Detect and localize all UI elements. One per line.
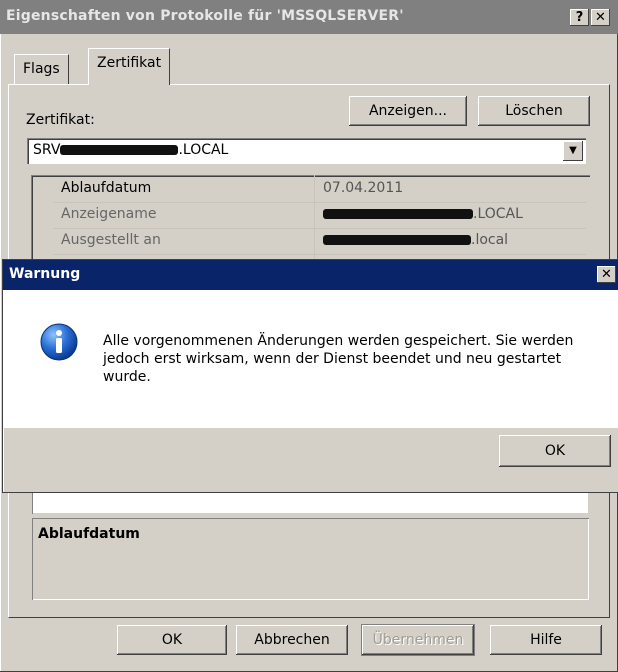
grid-row-key: Anzeigename (61, 206, 157, 222)
redaction-mark (323, 235, 471, 245)
dialog-ok-button[interactable]: OK (499, 435, 611, 467)
grid-row-value: 07.04.2011 (323, 180, 404, 196)
dialog-body: Alle vorgenommenen Änderungen werden ges… (3, 290, 618, 428)
warning-dialog: Warnung ✕ Alle vorgenommenen Änderungen … (3, 260, 618, 492)
certificate-prefix: SRV (33, 142, 61, 158)
view-button[interactable]: Anzeigen... (349, 96, 467, 126)
title-bar: Eigenschaften von Protokolle für 'MSSQLS… (0, 0, 618, 34)
tab-flags-label: Flags (23, 61, 60, 77)
tab-flags[interactable]: Flags (14, 54, 69, 85)
cancel-button[interactable]: Abbrechen (236, 625, 348, 655)
apply-button[interactable]: Übernehmen (362, 625, 474, 655)
grid-row-value: .LOCAL (323, 206, 573, 222)
window-title: Eigenschaften von Protokolle für 'MSSQLS… (6, 8, 404, 24)
ok-button[interactable]: OK (117, 625, 227, 655)
certificate-label: Zertifikat: (26, 112, 95, 128)
description-box: Ablaufdatum (32, 518, 589, 600)
certificate-suffix: .LOCAL (178, 142, 229, 158)
grid-row-value: .local (323, 232, 573, 248)
redaction-mark (60, 145, 179, 155)
tab-zertifikat[interactable]: Zertifikat (88, 48, 171, 85)
grid-row-value-suffix: .local (471, 232, 509, 248)
grid-row[interactable]: Ausgestellt an .local (53, 229, 586, 255)
tab-zertifikat-label: Zertifikat (97, 55, 162, 71)
description-title: Ablaufdatum (38, 526, 140, 542)
close-button[interactable]: ✕ (591, 9, 610, 26)
certificate-select[interactable]: SRV .LOCAL ▼ (27, 138, 586, 164)
grid-row[interactable]: Anzeigename .LOCAL (53, 203, 586, 229)
dialog-title-bar: Warnung ✕ (3, 260, 618, 290)
redaction-mark (323, 209, 473, 219)
dialog-message: Alle vorgenommenen Änderungen werden ges… (103, 333, 574, 385)
grid-row-key: Ausgestellt an (61, 232, 161, 248)
help-footer-button[interactable]: Hilfe (490, 625, 602, 655)
grid-row-value-suffix: .LOCAL (473, 206, 523, 222)
help-button[interactable]: ? (570, 9, 589, 26)
delete-button[interactable]: Löschen (478, 96, 590, 126)
dialog-close-button[interactable]: ✕ (597, 266, 616, 283)
chevron-down-icon[interactable]: ▼ (563, 141, 583, 161)
dialog-title: Warnung (9, 266, 81, 282)
grid-row[interactable]: Ablaufdatum 07.04.2011 (53, 177, 586, 203)
tab-strip: Flags Zertifikat (0, 46, 618, 86)
grid-row-key: Ablaufdatum (61, 180, 152, 196)
info-icon (40, 323, 78, 361)
certificate-select-value: SRV .LOCAL (33, 142, 228, 158)
